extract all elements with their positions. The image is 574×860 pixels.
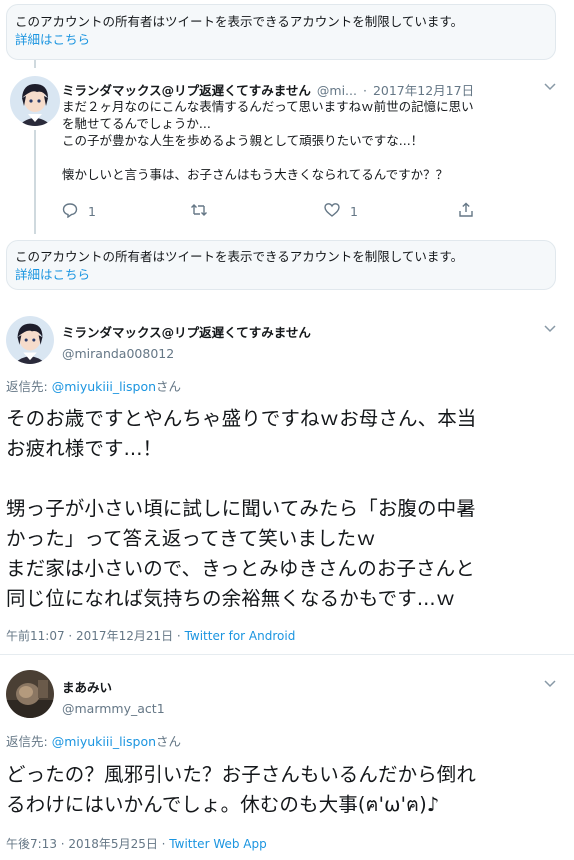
tweet-header: ミランダマックス@リプ返遅くてすみません @miranda008012	[62, 322, 311, 361]
tweet-line: そのお歳ですとやんちゃ盛りですねｗお母さん、本当	[6, 407, 477, 430]
retweet-icon	[190, 202, 208, 221]
avatar[interactable]	[10, 76, 60, 126]
tweet-footer: 午後7:13 · 2018年5月25日 · Twitter Web App	[6, 835, 267, 852]
like-button[interactable]: 1	[324, 202, 358, 221]
chevron-down-icon[interactable]	[544, 322, 556, 337]
reply-button[interactable]: 1	[62, 202, 96, 221]
tweet-line: るわけにはいかんでしょ。休むのも大事(ฅ'ω'ฅ)♪	[6, 793, 440, 816]
tweet-text: そのお歳ですとやんちゃ盛りですねｗお母さん、本当 お疲れ様です...！ 甥っ子が…	[6, 404, 566, 614]
restricted-notice: このアカウントの所有者はツイートを表示できるアカウントを制限しています。 詳細は…	[6, 4, 556, 60]
avatar[interactable]	[6, 670, 54, 718]
like-icon	[324, 202, 340, 221]
tweet-line: どったの？風邪引いた？お子さんもいるんだから倒れ	[6, 763, 477, 786]
tweet-time[interactable]: 午後7:13 · 2018年5月25日 ·	[6, 837, 169, 851]
reply-count: 1	[88, 204, 96, 219]
timestamp[interactable]: 2017年12月17日	[373, 80, 474, 99]
tweet-line: まだ家は小さいので、きっとみゆきさんのお子さんと	[6, 557, 475, 580]
reply-suffix: さん	[156, 379, 182, 394]
restricted-notice: このアカウントの所有者はツイートを表示できるアカウントを制限しています。 詳細は…	[6, 240, 556, 290]
handle[interactable]: @marmmy_act1	[62, 701, 165, 716]
tweet-time[interactable]: 午前11:07 · 2017年12月21日 ·	[6, 629, 185, 643]
tweet-text: まだ２ヶ月なのにこんな表情するんだって思いますねｗ前世の記憶に思い を馳せてるん…	[62, 98, 562, 183]
thread-line	[34, 60, 36, 68]
avatar[interactable]	[6, 316, 54, 364]
tweet-line: お疲れ様です...！	[6, 437, 163, 460]
notice-text: このアカウントの所有者はツイートを表示できるアカウントを制限しています。	[15, 249, 464, 264]
tweet-line: を馳せてるんでしょうか...	[62, 116, 211, 131]
notice-details-link[interactable]: 詳細はこちら	[15, 266, 545, 284]
share-button[interactable]	[458, 202, 474, 221]
handle[interactable]: @mi...	[317, 83, 357, 98]
tweet-footer: 午前11:07 · 2017年12月21日 · Twitter for Andr…	[6, 627, 295, 644]
tweet-header: まあみい @marmmy_act1	[62, 677, 165, 716]
tweet-line: 懐かしいと言う事は、お子さんはもう大きくなられてるんですか？？	[62, 167, 449, 182]
display-name[interactable]: ミランダマックス@リプ返遅くてすみません	[62, 80, 311, 99]
reply-context: 返信先: @miyukiii_lisponさん	[6, 376, 181, 395]
tweet-compact[interactable]: ミランダマックス@リプ返遅くてすみません @mi... · 2017年12月17…	[0, 60, 574, 238]
notice-text: このアカウントの所有者はツイートを表示できるアカウントを制限しています。	[15, 14, 464, 29]
separator: ·	[362, 83, 367, 98]
tweet-line: かった」って答え返ってきて笑いましたｗ	[6, 527, 376, 550]
divider	[0, 654, 574, 655]
tweet-line	[62, 149, 562, 166]
reply-mention-link[interactable]: @miyukiii_lispon	[52, 734, 156, 749]
display-name[interactable]: まあみい	[62, 677, 165, 696]
notice-details-link[interactable]: 詳細はこちら	[15, 31, 545, 49]
reply-prefix: 返信先:	[6, 734, 52, 749]
tweet-line	[6, 464, 566, 494]
reply-mention-link[interactable]: @miyukiii_lispon	[52, 379, 156, 394]
handle[interactable]: @miranda008012	[62, 346, 311, 361]
tweet-line: 甥っ子が小さい頃に試しに聞いてみたら「お腹の中暑	[6, 497, 476, 520]
tweet-line: この子が豊かな人生を歩めるよう親として頑張りたいですな...！	[62, 133, 424, 148]
share-icon	[458, 202, 474, 221]
reply-prefix: 返信先:	[6, 379, 52, 394]
like-count: 1	[350, 204, 358, 219]
tweet-text: どったの？風邪引いた？お子さんもいるんだから倒れ るわけにはいかんでしょ。休むの…	[6, 760, 566, 820]
tweet-actions: 1 1	[62, 202, 482, 222]
tweet-line: まだ２ヶ月なのにこんな表情するんだって思いますねｗ前世の記憶に思い	[62, 99, 474, 114]
reply-suffix: さん	[156, 734, 182, 749]
tweet-line: 同じ位になれば気持ちの余裕無くなるかもです...ｗ	[6, 587, 456, 610]
chevron-down-icon[interactable]	[544, 80, 556, 95]
retweet-button[interactable]	[190, 202, 208, 221]
thread-line	[34, 130, 36, 234]
reply-icon	[62, 202, 78, 221]
display-name[interactable]: ミランダマックス@リプ返遅くてすみません	[62, 322, 311, 341]
tweet-source[interactable]: Twitter for Android	[185, 629, 296, 643]
tweet-header: ミランダマックス@リプ返遅くてすみません @mi... · 2017年12月17…	[62, 80, 474, 99]
tweet-source[interactable]: Twitter Web App	[169, 837, 266, 851]
chevron-down-icon[interactable]	[544, 677, 556, 692]
reply-context: 返信先: @miyukiii_lisponさん	[6, 731, 181, 750]
